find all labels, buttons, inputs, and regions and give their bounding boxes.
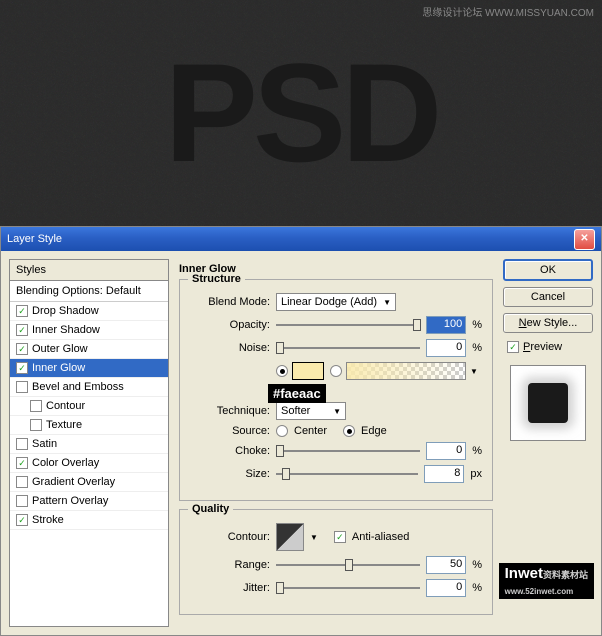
style-checkbox[interactable] (30, 419, 42, 431)
style-item-inner-glow[interactable]: ✓Inner Glow (10, 359, 168, 378)
style-item-inner-shadow[interactable]: ✓Inner Shadow (10, 321, 168, 340)
jitter-slider[interactable] (276, 579, 420, 597)
style-checkbox[interactable] (16, 495, 28, 507)
gradient-radio[interactable] (330, 365, 342, 377)
style-checkbox[interactable] (16, 438, 28, 450)
close-icon[interactable]: ✕ (574, 229, 595, 250)
color-swatch[interactable] (292, 362, 324, 380)
chevron-down-icon: ▼ (333, 407, 341, 416)
style-item-gradient-overlay[interactable]: Gradient Overlay (10, 473, 168, 492)
style-checkbox[interactable]: ✓ (16, 362, 28, 374)
color-annotation: #faeaac (268, 384, 326, 403)
quality-fieldset: Quality Contour: ▼ ✓ Anti-aliased Range:… (179, 509, 493, 615)
jitter-input[interactable]: 0 (426, 579, 466, 597)
styles-header[interactable]: Styles (10, 260, 168, 281)
jitter-label: Jitter: (190, 582, 270, 594)
style-checkbox[interactable]: ✓ (16, 514, 28, 526)
range-slider[interactable] (276, 556, 420, 574)
noise-slider[interactable] (276, 339, 420, 357)
cancel-button[interactable]: Cancel (503, 287, 593, 307)
style-checkbox[interactable] (16, 476, 28, 488)
size-label: Size: (190, 468, 270, 480)
style-checkbox[interactable]: ✓ (16, 343, 28, 355)
preview-thumbnail (510, 365, 586, 441)
style-item-texture[interactable]: Texture (10, 416, 168, 435)
chevron-down-icon[interactable]: ▼ (310, 533, 318, 542)
style-item-pattern-overlay[interactable]: Pattern Overlay (10, 492, 168, 511)
style-item-stroke[interactable]: ✓Stroke (10, 511, 168, 530)
technique-dropdown[interactable]: Softer ▼ (276, 402, 346, 420)
style-checkbox[interactable]: ✓ (16, 457, 28, 469)
size-input[interactable]: 8 (424, 465, 464, 483)
new-style-button[interactable]: New Style... (503, 313, 593, 333)
blending-options[interactable]: Blending Options: Default (10, 281, 168, 302)
source-center-radio[interactable] (276, 425, 288, 437)
structure-legend: Structure (188, 273, 245, 285)
color-radio[interactable] (276, 365, 288, 377)
blend-mode-dropdown[interactable]: Linear Dodge (Add) ▼ (276, 293, 396, 311)
size-slider[interactable] (276, 465, 418, 483)
opacity-slider[interactable] (276, 316, 420, 334)
choke-input[interactable]: 0 (426, 442, 466, 460)
styles-list: Styles Blending Options: Default ✓Drop S… (9, 259, 169, 627)
preview-label: Preview (523, 341, 562, 353)
antialiased-checkbox[interactable]: ✓ (334, 531, 346, 543)
style-checkbox[interactable]: ✓ (16, 324, 28, 336)
style-item-outer-glow[interactable]: ✓Outer Glow (10, 340, 168, 359)
choke-slider[interactable] (276, 442, 420, 460)
preview-checkbox[interactable]: ✓ (507, 341, 519, 353)
contour-label: Contour: (190, 531, 270, 543)
chevron-down-icon[interactable]: ▼ (470, 367, 478, 376)
noise-input[interactable]: 0 (426, 339, 466, 357)
style-item-satin[interactable]: Satin (10, 435, 168, 454)
watermark-top: 思缘设计论坛 WWW.MISSYUAN.COM (422, 4, 594, 19)
opacity-label: Opacity: (190, 319, 270, 331)
style-item-bevel-and-emboss[interactable]: Bevel and Emboss (10, 378, 168, 397)
contour-picker[interactable] (276, 523, 304, 551)
technique-label: Technique: (190, 405, 270, 417)
ok-button[interactable]: OK (503, 259, 593, 281)
source-edge-radio[interactable] (343, 425, 355, 437)
structure-fieldset: Structure Blend Mode: Linear Dodge (Add)… (179, 279, 493, 501)
titlebar[interactable]: Layer Style ✕ (1, 227, 601, 251)
blend-mode-label: Blend Mode: (190, 296, 270, 308)
quality-legend: Quality (188, 503, 233, 515)
settings-panel: Inner Glow Structure Blend Mode: Linear … (175, 259, 497, 627)
dialog-title: Layer Style (7, 233, 62, 245)
choke-label: Choke: (190, 445, 270, 457)
psd-text: PSD (165, 32, 438, 194)
style-checkbox[interactable]: ✓ (16, 305, 28, 317)
range-label: Range: (190, 559, 270, 571)
watermark-bottom: Inwet资料素材站 www.52inwet.com (499, 563, 594, 599)
gradient-swatch[interactable] (346, 362, 466, 380)
range-input[interactable]: 50 (426, 556, 466, 574)
canvas-preview: PSD 思缘设计论坛 WWW.MISSYUAN.COM (0, 0, 602, 226)
style-checkbox[interactable] (16, 381, 28, 393)
style-item-color-overlay[interactable]: ✓Color Overlay (10, 454, 168, 473)
style-checkbox[interactable] (30, 400, 42, 412)
style-item-contour[interactable]: Contour (10, 397, 168, 416)
chevron-down-icon: ▼ (383, 298, 391, 307)
style-item-drop-shadow[interactable]: ✓Drop Shadow (10, 302, 168, 321)
source-label: Source: (190, 425, 270, 437)
opacity-input[interactable]: 100 (426, 316, 466, 334)
noise-label: Noise: (190, 342, 270, 354)
